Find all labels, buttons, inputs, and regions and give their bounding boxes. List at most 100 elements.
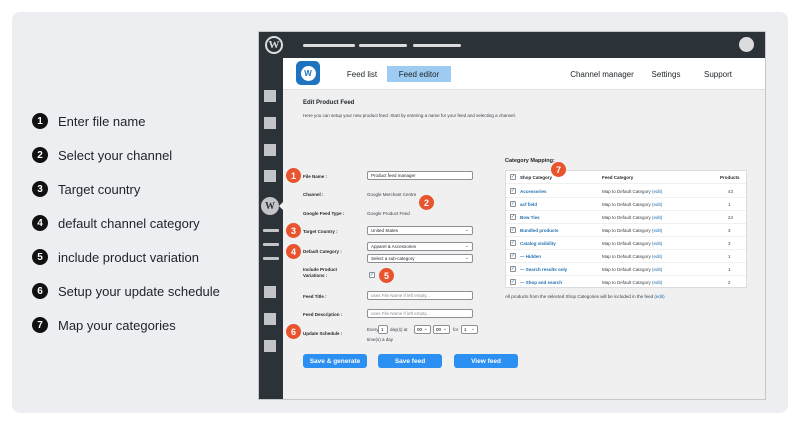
row-checkbox[interactable]: ✓ — [510, 214, 516, 220]
row-checkbox[interactable]: ✓ — [510, 227, 516, 233]
row-checkbox[interactable]: ✓ — [510, 266, 516, 272]
submenu-item[interactable] — [263, 229, 279, 232]
product-count: 1 — [728, 254, 731, 259]
legend-item: 1 Enter file name — [32, 104, 252, 138]
feed-category-cell: Map to Default Category (edit) — [602, 267, 662, 272]
wordpress-logo-icon[interactable]: W — [265, 36, 283, 54]
shop-category-link[interactable]: Catalog visibility — [520, 241, 556, 246]
admin-bar-menu-placeholder[interactable] — [359, 44, 407, 47]
table-row: ✓ — Search results only Map to Default C… — [506, 263, 746, 276]
page-title: Edit Product Feed — [303, 100, 355, 106]
shop-category-link[interactable]: — Hidden — [520, 254, 541, 259]
table-row: ✓ Bundled products Map to Default Catego… — [506, 224, 746, 237]
tab-settings[interactable]: Settings — [645, 66, 687, 82]
feed-category-text: Map to Default Category — [602, 241, 651, 246]
select-all-checkbox[interactable]: ✓ — [510, 174, 516, 180]
edit-link[interactable]: (edit) — [652, 267, 662, 272]
table-row: ✓ acf field Map to Default Category (edi… — [506, 198, 746, 211]
step-badge: 1 — [286, 168, 301, 183]
menu-item-icon[interactable] — [264, 117, 276, 129]
edit-link[interactable]: (edit) — [652, 228, 662, 233]
edit-link[interactable]: (edit) — [652, 202, 662, 207]
submenu-item[interactable] — [263, 257, 279, 260]
edit-link[interactable]: (edit) — [652, 241, 662, 246]
include-variations-checkbox[interactable]: ✓ — [369, 272, 375, 278]
save-feed-button[interactable]: Save feed — [378, 354, 442, 368]
wordpress-logo-icon[interactable]: W — [261, 197, 279, 215]
chevron-down-icon: ⌄ — [442, 326, 447, 332]
step-badge: 2 — [419, 195, 434, 210]
menu-item-icon[interactable] — [264, 144, 276, 156]
feed-category-cell: Map to Default Category (edit) — [602, 202, 662, 207]
category-mapping-title: Category Mapping: — [505, 158, 555, 164]
row-checkbox[interactable]: ✓ — [510, 279, 516, 285]
schedule-minute-select[interactable]: 00 ⌄ — [433, 325, 450, 334]
shop-category-link[interactable]: Bundled products — [520, 228, 559, 233]
edit-link[interactable]: (edit) — [652, 254, 662, 259]
menu-item-icon[interactable] — [264, 286, 276, 298]
product-count: 3 — [728, 228, 731, 233]
feed-category-cell: Map to Default Category (edit) — [602, 189, 662, 194]
product-count: 1 — [728, 202, 731, 207]
schedule-for-text: for — [453, 327, 459, 332]
file-name-label: File Name : — [303, 174, 328, 179]
file-name-input[interactable]: Product feed manager — [367, 171, 473, 180]
tab-feed-editor[interactable]: Feed editor — [387, 66, 451, 82]
schedule-dayat-text: day(s) at — [390, 327, 408, 332]
variations-label: Include Product — [303, 267, 338, 272]
schedule-days-input[interactable]: 1 — [378, 325, 388, 334]
step-number: 2 — [32, 147, 48, 163]
feed-category-text: Map to Default Category — [602, 215, 651, 220]
schedule-hour-select[interactable]: 00 ⌄ — [414, 325, 431, 334]
submenu-item[interactable] — [263, 243, 279, 246]
wordpress-logo-icon: W — [300, 65, 316, 81]
tab-feed-list[interactable]: Feed list — [339, 66, 385, 82]
save-generate-button[interactable]: Save & generate — [303, 354, 367, 368]
schedule-hour-value: 00 — [417, 327, 423, 332]
view-feed-button[interactable]: View feed — [454, 354, 518, 368]
product-count: 3 — [728, 241, 731, 246]
edit-link[interactable]: (edit) — [652, 215, 662, 220]
feed-title-input[interactable]: uses File Name if left empty... — [367, 291, 473, 300]
sub-category-select[interactable]: Select a sub-category ⌄ — [367, 254, 473, 263]
column-header-feed-category: Feed Category — [602, 175, 634, 180]
admin-bar-menu-placeholder[interactable] — [413, 44, 461, 47]
shop-category-link[interactable]: Accessories — [520, 189, 547, 194]
step-text: include product variation — [58, 249, 199, 265]
target-country-select[interactable]: United States ⌄ — [367, 226, 473, 235]
admin-bar-menu-placeholder[interactable] — [303, 44, 355, 47]
row-checkbox[interactable]: ✓ — [510, 253, 516, 259]
edit-link[interactable]: (edit) — [652, 189, 662, 194]
schedule-times-select[interactable]: 1 ⌄ — [461, 325, 478, 334]
tab-channel-manager[interactable]: Channel manager — [565, 66, 639, 82]
legend-item: 3 Target country — [32, 172, 252, 206]
menu-item-icon[interactable] — [264, 313, 276, 325]
feed-description-label: Feed Description : — [303, 312, 343, 317]
step-number: 5 — [32, 249, 48, 265]
shop-category-link[interactable]: — Shop and search — [520, 280, 562, 285]
chevron-down-icon: ⌄ — [423, 326, 428, 332]
edit-link[interactable]: (edit) — [654, 294, 664, 299]
plugin-logo-icon[interactable]: W — [296, 61, 320, 85]
feed-description-input[interactable]: uses File Name if left empty... — [367, 309, 473, 318]
default-category-select[interactable]: Apparel & Accessories ⌄ — [367, 242, 473, 251]
legend-item: 5 include product variation — [32, 240, 252, 274]
category-mapping-table: ✓ Shop Category Feed Category Products ✓… — [505, 170, 747, 288]
menu-item-icon[interactable] — [264, 340, 276, 352]
row-checkbox[interactable]: ✓ — [510, 188, 516, 194]
menu-item-icon[interactable] — [264, 170, 276, 182]
step-text: Select your channel — [58, 147, 173, 163]
row-checkbox[interactable]: ✓ — [510, 240, 516, 246]
avatar[interactable] — [739, 37, 754, 52]
edit-link[interactable]: (edit) — [652, 280, 662, 285]
row-checkbox[interactable]: ✓ — [510, 201, 516, 207]
shop-category-link[interactable]: Bow Ties — [520, 215, 540, 220]
tab-support[interactable]: Support — [697, 66, 739, 82]
feed-category-cell: Map to Default Category (edit) — [602, 254, 662, 259]
legend-item: 7 Map your categories — [32, 308, 252, 342]
menu-item-icon[interactable] — [264, 90, 276, 102]
shop-category-link[interactable]: — Search results only — [520, 267, 567, 272]
feed-category-cell: Map to Default Category (edit) — [602, 241, 662, 246]
shop-category-link[interactable]: acf field — [520, 202, 537, 207]
table-row: ✓ — Hidden Map to Default Category (edit… — [506, 250, 746, 263]
